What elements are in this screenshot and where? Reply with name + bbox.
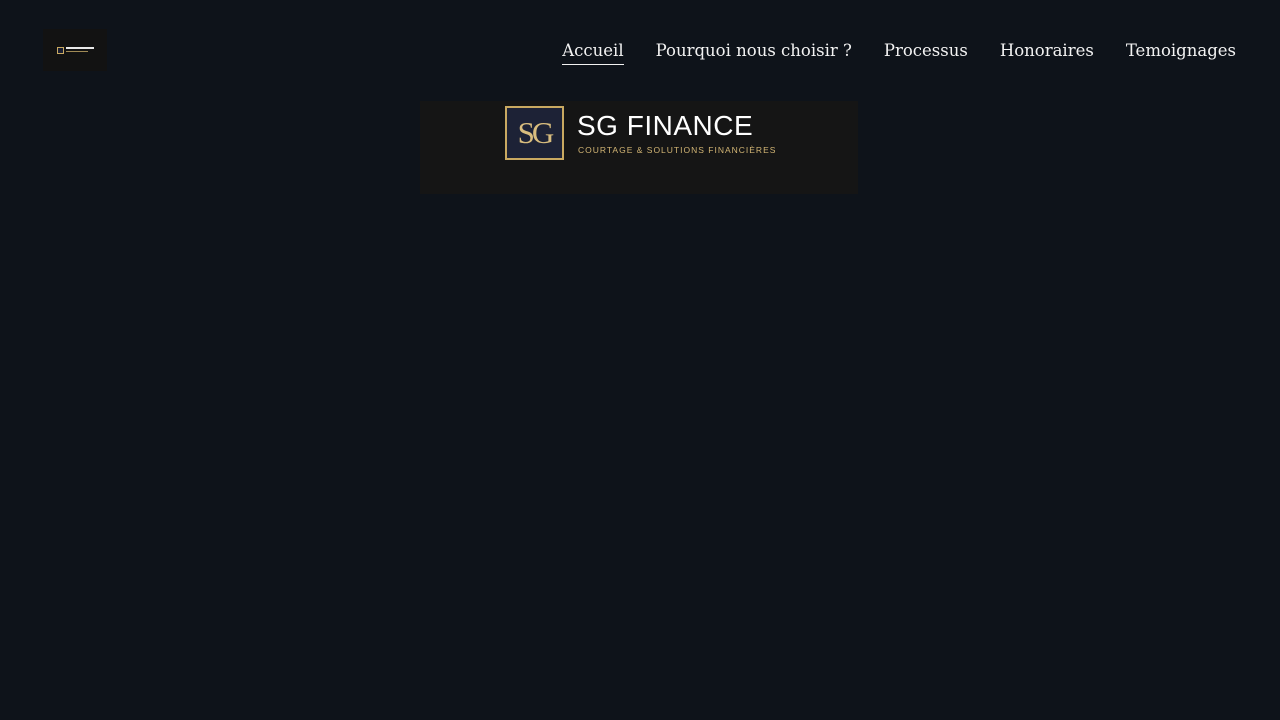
logo-icon — [56, 46, 94, 54]
nav-accueil[interactable]: Accueil — [562, 40, 624, 65]
main-nav: Accueil Pourquoi nous choisir ? Processu… — [562, 40, 1236, 65]
nav-honoraires[interactable]: Honoraires — [1000, 40, 1094, 65]
nav-processus[interactable]: Processus — [884, 40, 968, 65]
nav-temoignages[interactable]: Temoignages — [1126, 40, 1236, 65]
hero-logo-banner: SG SG FINANCE COURTAGE & SOLUTIONS FINAN… — [420, 101, 858, 194]
brand-emblem-icon: SG — [505, 106, 564, 160]
header-logo-link[interactable] — [43, 29, 107, 71]
brand-name: SG FINANCE — [577, 110, 754, 141]
brand-tagline: COURTAGE & SOLUTIONS FINANCIÈRES — [578, 145, 777, 155]
site-header: Accueil Pourquoi nous choisir ? Processu… — [0, 0, 1280, 100]
nav-pourquoi[interactable]: Pourquoi nous choisir ? — [656, 40, 852, 65]
